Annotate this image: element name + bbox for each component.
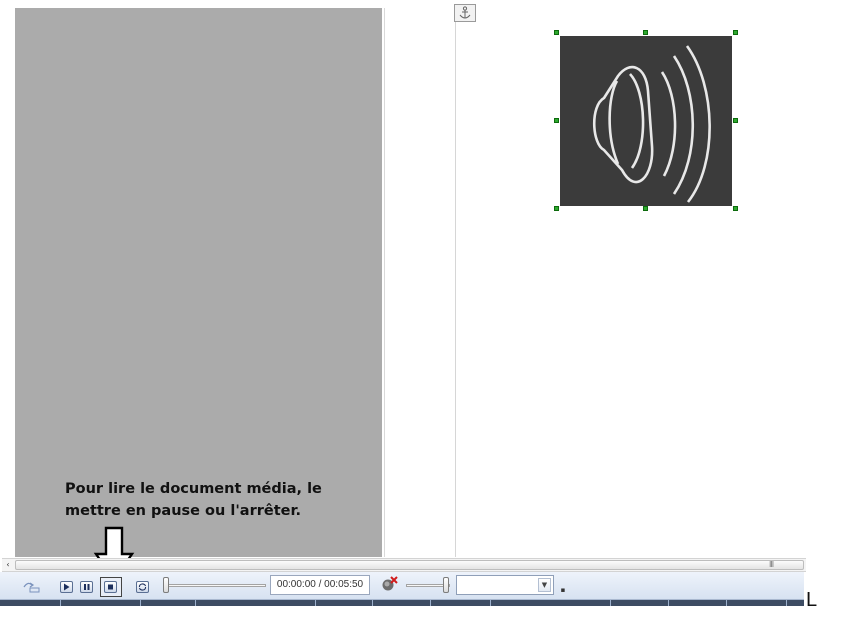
speaker-sound-icon [592, 45, 711, 203]
stop-button[interactable] [104, 581, 117, 593]
mute-button[interactable] [380, 575, 400, 593]
toolbar-overflow-icon[interactable]: ▪ [559, 585, 567, 595]
selection-handle-middle-left[interactable] [554, 118, 559, 123]
stop-icon [108, 584, 113, 590]
position-slider-track[interactable] [166, 584, 266, 587]
repeat-icon [138, 583, 147, 591]
anchor-icon[interactable] [454, 4, 476, 22]
corner-letter: L [806, 589, 818, 611]
horizontal-scrollbar[interactable]: ‹ III [2, 558, 806, 572]
selection-handle-bottom-center[interactable] [643, 206, 648, 211]
annotation-caption: Pour lire le document média, le mettre e… [65, 478, 365, 522]
position-slider-thumb[interactable] [163, 577, 169, 593]
scroll-thumb[interactable]: III [15, 560, 804, 570]
insert-media-button[interactable] [22, 579, 42, 593]
caption-line-2: mettre en pause ou l'arrêter. [65, 503, 302, 519]
document-gray-area [15, 8, 382, 557]
play-icon [64, 583, 70, 591]
mute-speaker-icon [382, 576, 398, 591]
selection-handle-top-left[interactable] [554, 30, 559, 35]
selection-handle-top-right[interactable] [733, 30, 738, 35]
pause-button[interactable] [80, 581, 93, 593]
volume-slider-thumb[interactable] [443, 577, 449, 593]
page-margin-line [455, 22, 456, 557]
insert-media-icon [23, 582, 40, 593]
caption-line-1: Pour lire le document média, le [65, 481, 322, 497]
repeat-button[interactable] [136, 581, 149, 593]
selection-handle-bottom-right[interactable] [733, 206, 738, 211]
media-playback-toolbar: 00:00:00 / 00:05:50 ▼ ▪ [0, 572, 804, 600]
selection-handle-bottom-left[interactable] [554, 206, 559, 211]
selection-handle-middle-right[interactable] [733, 118, 738, 123]
chevron-down-icon[interactable]: ▼ [538, 578, 551, 592]
scroll-grip: III [769, 560, 774, 569]
pause-icon [84, 584, 90, 590]
time-display: 00:00:00 / 00:05:50 [270, 575, 370, 595]
taskbar-strip [0, 600, 804, 606]
zoom-select[interactable]: ▼ [456, 575, 554, 595]
selection-handle-top-center[interactable] [643, 30, 648, 35]
scroll-left-button[interactable]: ‹ [2, 559, 14, 571]
media-object[interactable] [560, 36, 732, 206]
play-button[interactable] [60, 581, 73, 593]
